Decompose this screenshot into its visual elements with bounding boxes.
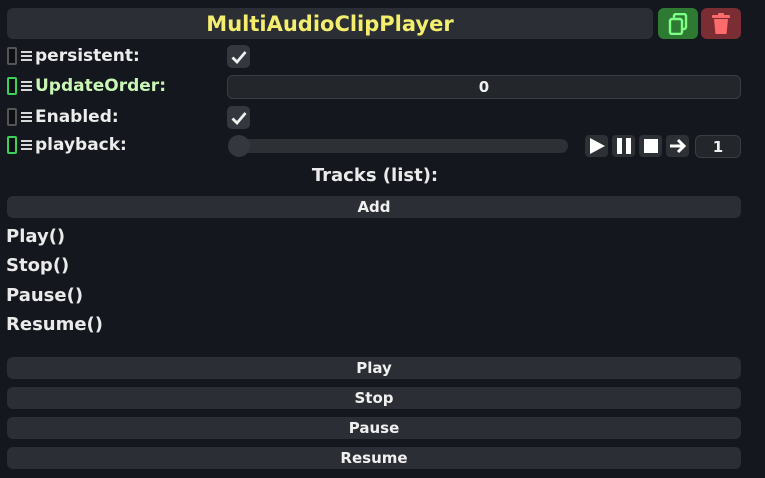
play-button[interactable]: Play (7, 357, 741, 379)
persistent-row: persistent: (7, 44, 140, 68)
tracks-heading: Tracks (list): (311, 165, 439, 186)
playback-row: playback: (7, 133, 127, 157)
method-stop-label: Stop() (6, 255, 70, 276)
update-order-toggle[interactable] (7, 77, 17, 95)
playback-slider-track[interactable] (228, 139, 568, 153)
duplicate-button[interactable] (658, 8, 698, 39)
copy-icon (668, 12, 688, 35)
stop-button[interactable]: Stop (7, 387, 741, 409)
trash-icon (712, 12, 730, 34)
add-track-button[interactable]: Add (7, 196, 741, 218)
enabled-row: Enabled: (7, 105, 119, 129)
delete-button[interactable] (701, 8, 741, 39)
pause-icon (616, 138, 631, 154)
pause-control-button[interactable] (612, 135, 635, 157)
enabled-label: Enabled: (35, 107, 119, 127)
component-title: MultiAudioClipPlayer (7, 8, 653, 39)
next-control-button[interactable] (666, 135, 689, 157)
pause-button[interactable]: Pause (7, 417, 741, 439)
menu-icon[interactable] (21, 81, 32, 91)
update-order-row: UpdateOrder: (7, 74, 166, 98)
method-resume-label: Resume() (6, 314, 104, 335)
enabled-toggle[interactable] (7, 108, 17, 126)
checkmark-icon (231, 111, 247, 125)
stop-control-button[interactable] (639, 135, 662, 157)
playback-label: playback: (35, 135, 127, 155)
resume-button[interactable]: Resume (7, 447, 741, 469)
menu-icon[interactable] (21, 140, 32, 150)
play-icon (589, 138, 605, 154)
playback-slider-handle[interactable] (228, 135, 250, 157)
method-play-label: Play() (6, 226, 66, 247)
enabled-checkbox[interactable] (227, 106, 250, 129)
persistent-toggle[interactable] (7, 47, 17, 65)
playback-value-input[interactable]: 1 (695, 135, 741, 158)
method-pause-label: Pause() (6, 285, 84, 306)
playback-toggle[interactable] (7, 136, 17, 154)
persistent-label: persistent: (35, 46, 140, 66)
menu-icon[interactable] (21, 112, 32, 122)
play-control-button[interactable] (585, 135, 608, 157)
update-order-input[interactable]: 0 (227, 75, 741, 99)
update-order-label: UpdateOrder: (35, 76, 166, 96)
checkmark-icon (231, 50, 247, 64)
persistent-checkbox[interactable] (227, 45, 250, 68)
menu-icon[interactable] (21, 51, 32, 61)
stop-icon (643, 139, 658, 153)
arrow-right-icon (669, 138, 686, 154)
